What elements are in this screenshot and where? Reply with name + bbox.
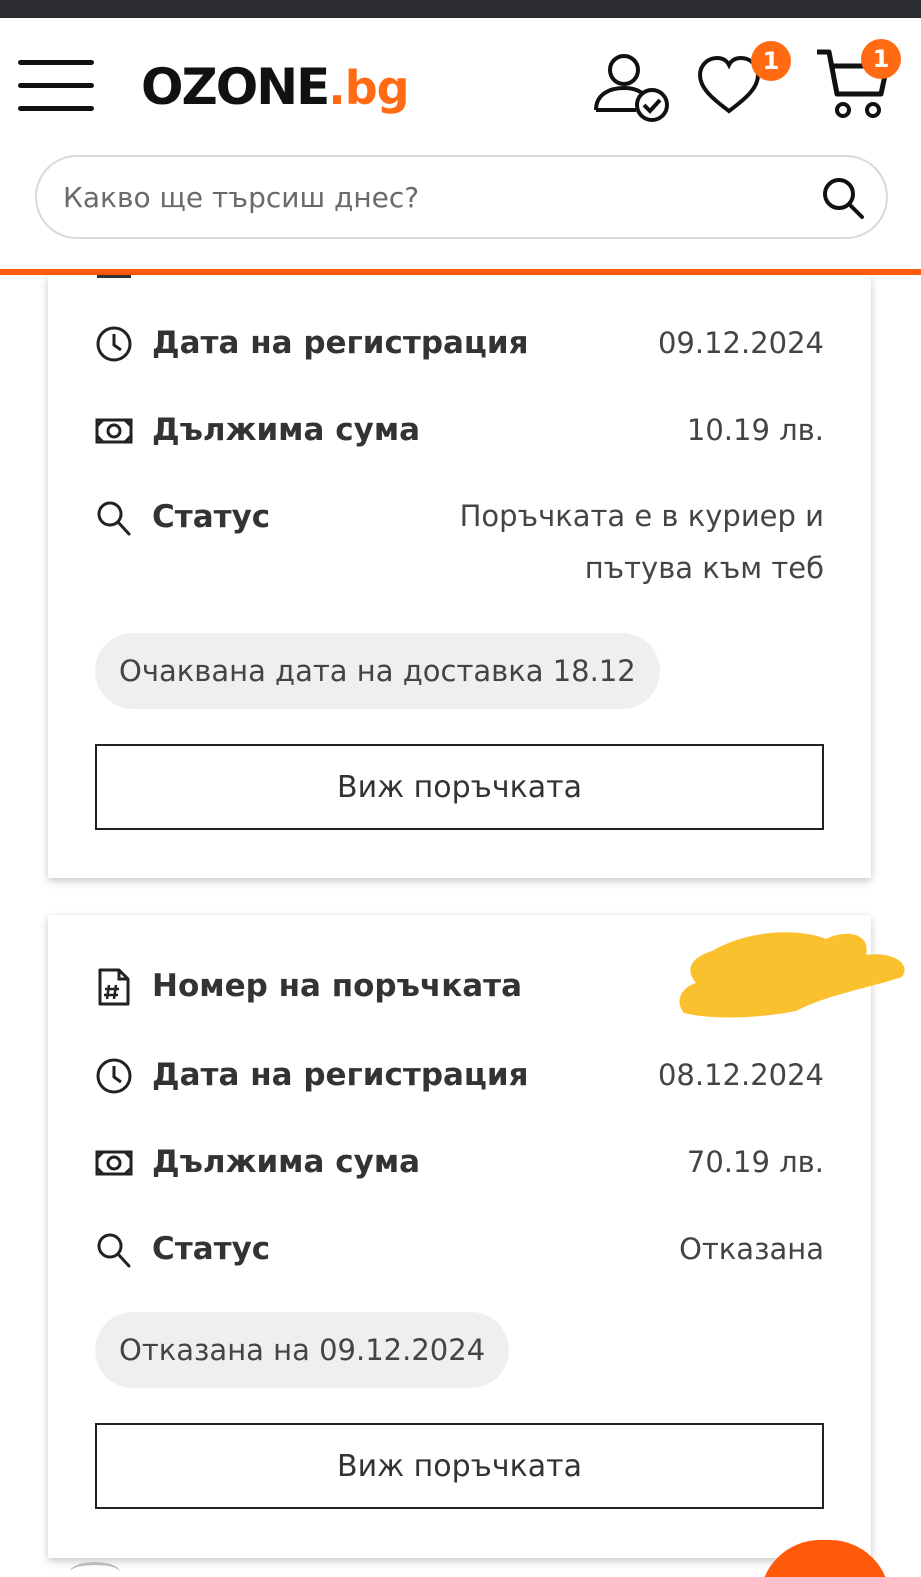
- delivery-estimate-badge: Очаквана дата на доставка 18.12: [95, 633, 660, 709]
- cart-count-badge: 1: [861, 39, 901, 79]
- search-icon: [95, 499, 133, 537]
- clipped-icon: [97, 275, 131, 278]
- account-icon[interactable]: [592, 50, 672, 124]
- wishlist-count-badge: 1: [751, 41, 791, 81]
- view-order-button[interactable]: Виж поръчката: [95, 1423, 824, 1509]
- money-icon: [95, 1144, 133, 1182]
- registration-date-label: Дата на регистрация: [152, 1057, 529, 1093]
- money-icon: [95, 412, 133, 450]
- order-number-icon: [95, 968, 133, 1006]
- registration-date-value: 09.12.2024: [657, 326, 824, 360]
- amount-due-value: 10.19 лв.: [686, 413, 824, 447]
- view-order-button[interactable]: Виж поръчката: [95, 744, 824, 830]
- status-row: Статус Поръчката е в куриер и пътува към…: [95, 493, 824, 597]
- registration-date-label: Дата на регистрация: [152, 325, 529, 361]
- status-value: Поръчката е в куриер и пътува към теб: [459, 499, 824, 585]
- registration-date-value: 08.12.2024: [657, 1058, 824, 1092]
- status-label: Статус: [152, 1231, 271, 1267]
- amount-due-row: Дължима сума 70.19 лв.: [95, 1138, 824, 1188]
- registration-date-row: Дата на регистрация 08.12.2024: [95, 1051, 824, 1101]
- search-icon: [95, 1231, 133, 1269]
- logo-main-text: OZONE: [141, 58, 330, 116]
- system-status-bar: [0, 0, 921, 18]
- clock-icon: [95, 1057, 133, 1095]
- order-number-label: Номер на поръчката: [152, 968, 523, 1004]
- search-input[interactable]: [63, 175, 803, 219]
- amount-due-label: Дължима сума: [152, 412, 421, 448]
- registration-date-row: Дата на регистрация 09.12.2024: [95, 319, 824, 369]
- search-icon[interactable]: [820, 175, 866, 221]
- cancelled-date-badge: Отказана на 09.12.2024: [95, 1312, 510, 1388]
- status-row: Статус Отказана: [95, 1225, 824, 1275]
- clock-icon: [95, 325, 133, 363]
- search-bar: [35, 155, 888, 239]
- amount-due-row: Дължима сума 10.19 лв.: [95, 406, 824, 456]
- amount-due-label: Дължима сума: [152, 1144, 421, 1180]
- next-card-edge: [70, 1562, 120, 1577]
- order-card: Дата на регистрация 09.12.2024 Дължима с…: [48, 275, 871, 878]
- status-value: Отказана: [679, 1232, 824, 1266]
- redaction-mark: [679, 932, 905, 1018]
- status-label: Статус: [152, 499, 271, 535]
- site-logo[interactable]: OZONE .bg: [141, 52, 410, 122]
- amount-due-value: 70.19 лв.: [686, 1145, 824, 1179]
- menu-icon[interactable]: [18, 58, 96, 114]
- logo-tld-text: .bg: [328, 61, 409, 115]
